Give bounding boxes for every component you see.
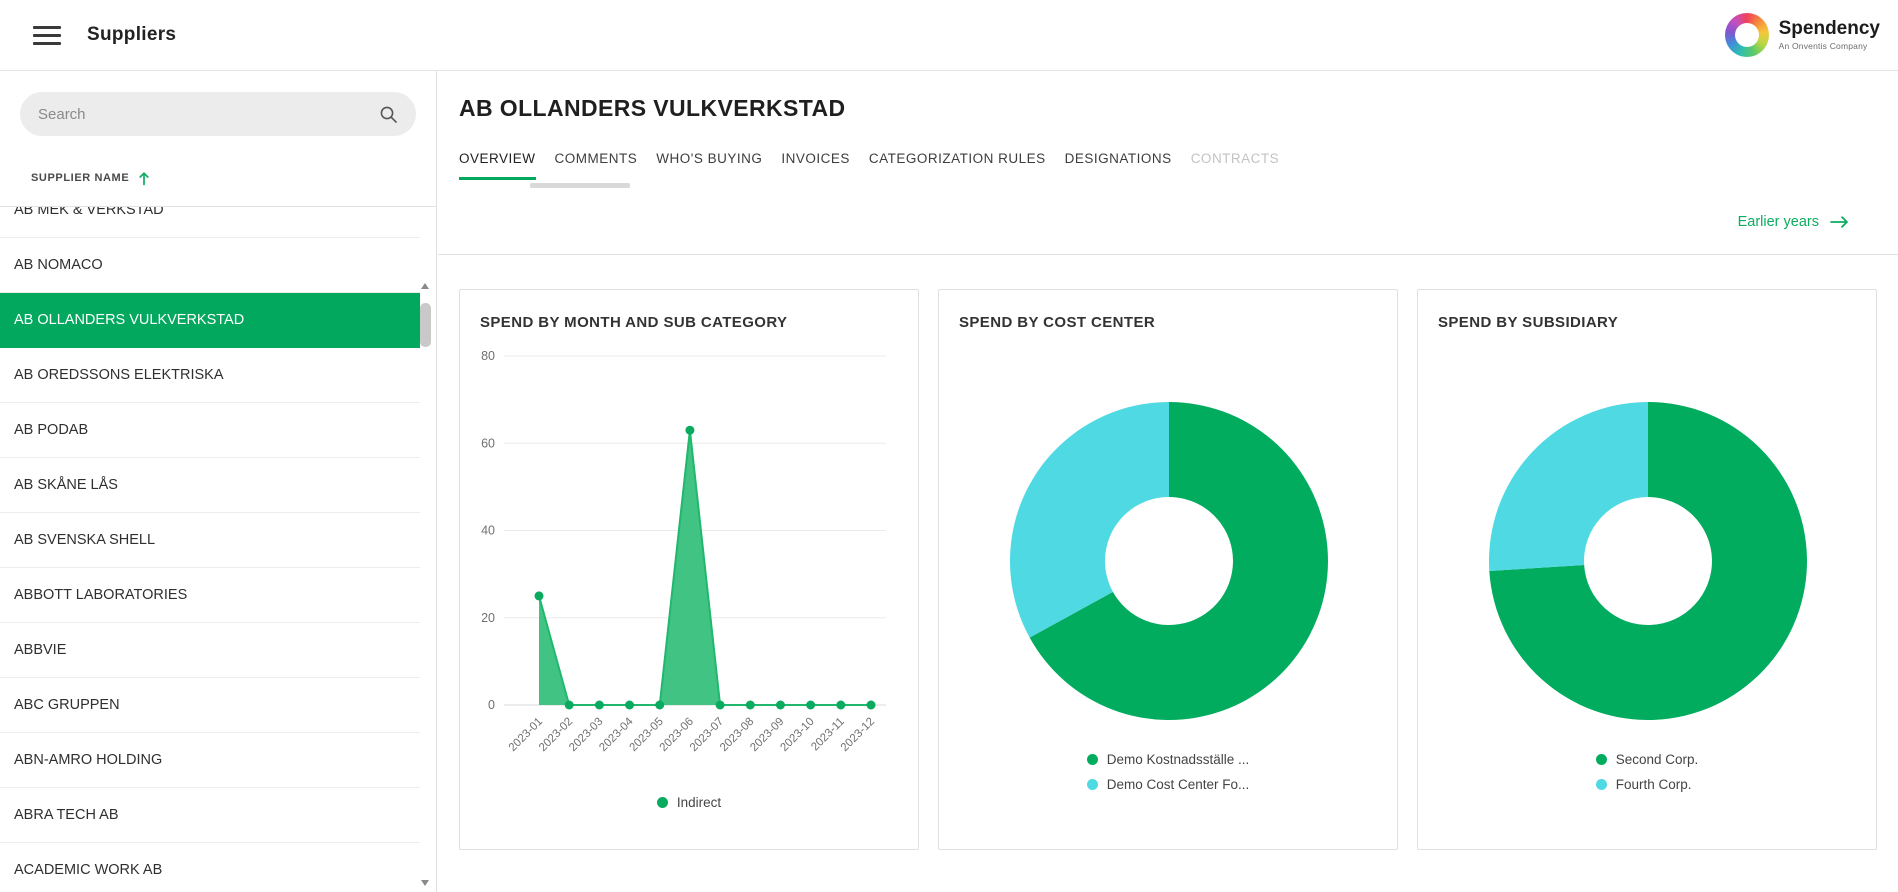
- page-title: AB OLLANDERS VULKVERKSTAD: [459, 95, 846, 122]
- arrow-right-icon: [1829, 215, 1850, 229]
- supplier-list-item[interactable]: ABRA TECH AB: [0, 788, 420, 843]
- card-title: SPEND BY COST CENTER: [959, 314, 1155, 331]
- donut-legend: Second Corp. Fourth Corp.: [1418, 752, 1876, 792]
- supplier-list-item[interactable]: AB NOMACO: [0, 238, 420, 293]
- legend-item[interactable]: Fourth Corp.: [1596, 777, 1692, 792]
- legend-dot: [1087, 779, 1098, 790]
- supplier-list-item[interactable]: ABN-AMRO HOLDING: [0, 733, 420, 788]
- tab-overview[interactable]: OVERVIEW: [459, 151, 536, 180]
- donut-chart-svg: [1418, 385, 1878, 737]
- top-bar: Suppliers Spendency An Onventis Company: [0, 0, 1898, 71]
- supplier-list-item[interactable]: ABC GRUPPEN: [0, 678, 420, 733]
- svg-text:80: 80: [481, 349, 495, 363]
- svg-text:2023-10: 2023-10: [778, 716, 816, 754]
- legend-dot: [1596, 779, 1607, 790]
- supplier-list-item[interactable]: AB PODAB: [0, 403, 420, 458]
- svg-text:60: 60: [481, 436, 495, 450]
- supplier-list-item[interactable]: AB SVENSKA SHELL: [0, 513, 420, 568]
- legend-label: Second Corp.: [1616, 752, 1699, 767]
- app-section-title: Suppliers: [87, 24, 176, 46]
- tab-invoices[interactable]: INVOICES: [781, 151, 850, 180]
- search-input[interactable]: [38, 106, 379, 123]
- tab-who-s-buying[interactable]: WHO'S BUYING: [656, 151, 762, 180]
- supplier-list: AB MEK & VERKSTADAB NOMACOAB OLLANDERS V…: [0, 207, 420, 892]
- earlier-years-label: Earlier years: [1738, 214, 1819, 230]
- svg-text:2023-12: 2023-12: [839, 716, 877, 754]
- supplier-name-sort[interactable]: SUPPLIER NAME: [0, 150, 436, 207]
- spendency-logo-icon: [1725, 13, 1769, 57]
- card-spend-by-month: SPEND BY MONTH AND SUB CATEGORY 0 20 40 60 8…: [459, 289, 919, 850]
- svg-text:40: 40: [481, 524, 495, 538]
- legend-label: Demo Cost Center Fo...: [1107, 777, 1250, 792]
- tab-designations[interactable]: DESIGNATIONS: [1065, 151, 1172, 180]
- svg-text:0: 0: [488, 698, 495, 712]
- main-content: AB OLLANDERS VULKVERKSTAD OVERVIEW COMMEN…: [438, 71, 1898, 892]
- legend-item[interactable]: Demo Cost Center Fo...: [1087, 777, 1250, 792]
- section-divider: [438, 254, 1898, 255]
- card-title: SPEND BY SUBSIDIARY: [1438, 314, 1618, 331]
- supplier-list-item[interactable]: AB MEK & VERKSTAD: [0, 207, 420, 238]
- legend-label: Fourth Corp.: [1616, 777, 1692, 792]
- sidebar-scrollbar-thumb[interactable]: [420, 303, 431, 347]
- donut-chart-svg: [939, 385, 1399, 737]
- dashboard-cards: SPEND BY MONTH AND SUB CATEGORY 0 20 40 60 8…: [459, 289, 1877, 850]
- supplier-list-item[interactable]: ABBOTT LABORATORIES: [0, 568, 420, 623]
- legend-label: Demo Kostnadsställe ...: [1107, 752, 1250, 767]
- area-chart-svg: 0204060802023-012023-022023-032023-04202…: [470, 344, 910, 776]
- earlier-years-link[interactable]: Earlier years: [1738, 214, 1850, 230]
- search-icon[interactable]: [379, 105, 398, 124]
- supplier-list-item[interactable]: AB OREDSSONS ELEKTRISKA: [0, 348, 420, 403]
- sort-ascending-icon: [138, 171, 150, 186]
- sort-header-label: SUPPLIER NAME: [31, 172, 129, 184]
- menu-icon[interactable]: [33, 21, 61, 50]
- scroll-down-icon[interactable]: [421, 880, 429, 886]
- tab-contracts[interactable]: CONTRACTS: [1191, 151, 1280, 180]
- supplier-list-item[interactable]: ABBVIE: [0, 623, 420, 678]
- card-spend-by-cost-center: SPEND BY COST CENTER Demo Kostnadsställe…: [938, 289, 1398, 850]
- supplier-list-item[interactable]: AB SKÅNE LÅS: [0, 458, 420, 513]
- supplier-list-item[interactable]: ACADEMIC WORK AB: [0, 843, 420, 892]
- tab-comments[interactable]: COMMENTS: [555, 151, 638, 180]
- sidebar-scrollbar[interactable]: [419, 283, 431, 886]
- card-title: SPEND BY MONTH AND SUB CATEGORY: [480, 314, 787, 331]
- brand-logo: Spendency An Onventis Company: [1725, 0, 1880, 70]
- tab-categorization-rules[interactable]: CATEGORIZATION RULES: [869, 151, 1046, 180]
- supplier-sidebar: SUPPLIER NAME AB MEK & VERKSTADAB NOMACO…: [0, 71, 437, 892]
- legend-dot: [657, 797, 668, 808]
- search-field[interactable]: [20, 92, 416, 136]
- legend-item[interactable]: Indirect: [460, 795, 918, 810]
- legend-dot: [1596, 754, 1607, 765]
- legend-label: Indirect: [677, 795, 721, 810]
- svg-text:20: 20: [481, 611, 495, 625]
- donut-legend: Demo Kostnadsställe ... Demo Cost Center …: [939, 752, 1397, 792]
- scroll-up-icon[interactable]: [421, 283, 429, 289]
- tabstrip-scrollbar-thumb[interactable]: [530, 183, 630, 188]
- legend-dot: [1087, 754, 1098, 765]
- legend-item[interactable]: Demo Kostnadsställe ...: [1087, 752, 1250, 767]
- brand-name: Spendency: [1779, 19, 1880, 40]
- supplier-list-viewport: AB MEK & VERKSTADAB NOMACOAB OLLANDERS V…: [0, 207, 420, 892]
- legend-item[interactable]: Second Corp.: [1596, 752, 1699, 767]
- supplier-list-item[interactable]: AB OLLANDERS VULKVERKSTAD: [0, 293, 420, 348]
- card-spend-by-subsidiary: SPEND BY SUBSIDIARY Second Corp. Fourth C…: [1417, 289, 1877, 850]
- tab-bar: OVERVIEW COMMENTS WHO'S BUYING INVOICES CATE…: [459, 151, 1279, 180]
- brand-tagline: An Onventis Company: [1779, 42, 1880, 51]
